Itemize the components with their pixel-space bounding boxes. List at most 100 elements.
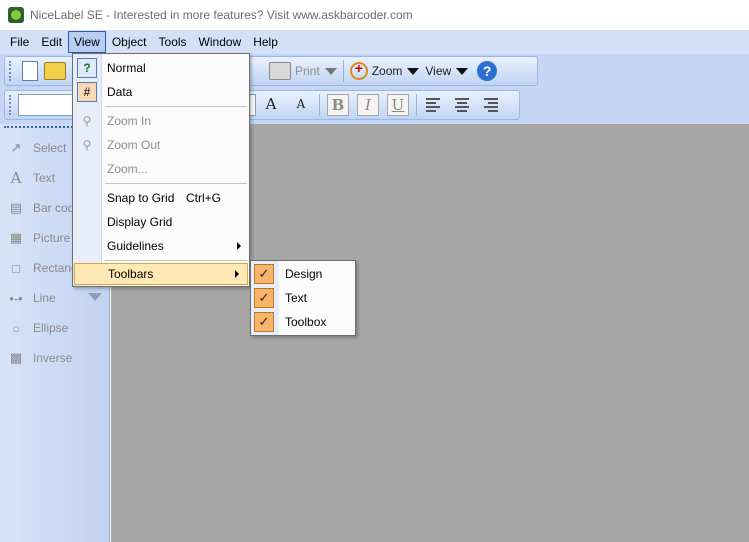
tool-picture[interactable]: ▦ Picture [8,228,71,248]
picture-icon: ▦ [9,230,23,245]
menu-item-label: Snap to Grid [107,191,175,205]
window-title: NiceLabel SE - Interested in more featur… [30,8,413,22]
menu-item-label: Zoom Out [107,138,161,152]
new-document-icon[interactable] [22,61,38,81]
tool-label: Text [33,171,56,185]
print-button[interactable]: Print [266,59,340,83]
view-menu-zoom-in[interactable]: ⚲ Zoom In [73,110,249,132]
view-button[interactable]: View [422,59,471,83]
zoom-label: Zoom [371,64,403,78]
data-view-icon: # [77,82,97,102]
menu-item-label: Display Grid [107,215,173,229]
toolbar-separator [342,60,344,82]
tool-label: Bar cod [33,201,75,215]
grow-font-button[interactable]: A [260,94,282,116]
checkmark-icon: ✓ [254,312,274,332]
tool-label: Inverse [33,351,73,365]
align-left-icon[interactable] [423,94,445,116]
toolbar-separator [319,94,320,116]
tool-barcode[interactable]: ▤ Bar cod [8,198,75,218]
underline-button[interactable]: U [387,94,409,116]
submenu-label: Design [285,267,323,281]
view-menu-data[interactable]: # Data [73,81,249,103]
toolbar-grip[interactable] [9,61,12,81]
zoom-in-icon: ⚲ [82,114,92,128]
title-bar: NiceLabel SE - Interested in more featur… [0,0,749,30]
line-dropdown-arrow-icon[interactable] [88,293,102,301]
ellipse-icon: ○ [12,320,20,336]
zoom-icon [349,60,368,80]
submenu-label: Toolbox [285,315,327,329]
tool-ellipse[interactable]: ○ Ellipse [8,318,68,338]
print-label: Print [295,64,320,78]
toolbars-submenu: ✓ Design ✓ Text ✓ Toolbox [250,260,356,336]
text-a-icon: A [10,169,22,187]
rectangle-icon: □ [12,260,20,276]
view-menu-zoom-out[interactable]: ⚲ Zoom Out [73,134,249,156]
submenu-item-design[interactable]: ✓ Design [251,262,355,286]
menu-separator [105,183,247,184]
printer-icon [269,62,291,80]
barcode-icon: ▤ [9,200,23,215]
pointer-icon: ↗ [10,140,22,155]
view-menu-toolbars[interactable]: Toolbars [74,263,248,285]
menu-file[interactable]: File [4,31,35,53]
bold-button[interactable]: B [327,94,349,116]
zoom-out-icon: ⚲ [82,138,92,152]
checkmark-icon: ✓ [254,264,274,284]
submenu-item-toolbox[interactable]: ✓ Toolbox [251,310,355,334]
tool-text[interactable]: A Text [8,168,55,188]
submenu-label: Text [285,291,308,305]
italic-button[interactable]: I [357,94,379,116]
menu-edit[interactable]: Edit [35,31,68,53]
toolbar-separator [416,94,417,116]
app-icon [8,7,24,23]
menu-item-label: Zoom... [107,162,148,176]
submenu-arrow-icon [237,242,241,250]
toolbar-grip[interactable] [9,95,12,115]
tool-inverse[interactable]: ▩ Inverse [8,348,73,368]
shrink-font-button[interactable]: A [290,94,312,116]
view-menu-display-grid[interactable]: Display Grid [73,211,249,233]
view-menu-snap-to-grid[interactable]: Snap to Grid Ctrl+G [73,187,249,209]
tool-label: Rectang [33,261,78,275]
submenu-item-text[interactable]: ✓ Text [251,286,355,310]
zoom-button[interactable]: Zoom [347,59,423,83]
menu-item-label: Normal [107,61,146,75]
menu-bar: File Edit View Object Tools Window Help [0,30,749,54]
menu-separator [105,260,247,261]
menu-object[interactable]: Object [106,31,153,53]
view-menu-zoom-dialog[interactable]: Zoom... [73,158,249,180]
view-label: View [425,64,452,78]
tool-select[interactable]: ↗ Select [8,138,67,158]
tool-rectangle[interactable]: □ Rectang [8,258,78,278]
menu-tools[interactable]: Tools [153,31,193,53]
submenu-arrow-icon [235,270,239,278]
inverse-icon: ▩ [9,350,23,365]
tool-label: Line [33,291,56,305]
chevron-down-icon [407,67,420,75]
menu-separator [105,106,247,107]
normal-view-icon: ? [77,58,97,78]
chevron-down-icon [324,67,337,75]
tool-line[interactable]: •-• Line [8,288,56,308]
menu-window[interactable]: Window [193,31,248,53]
help-icon[interactable]: ? [477,61,498,81]
align-center-icon[interactable] [451,94,473,116]
menu-item-label: Zoom In [107,114,152,128]
menu-item-label: Data [107,85,133,99]
view-menu-normal[interactable]: ? Normal [73,57,249,79]
chevron-down-icon [456,67,469,75]
view-menu-guidelines[interactable]: Guidelines [73,235,249,257]
menu-item-shortcut: Ctrl+G [186,191,222,205]
checkmark-icon: ✓ [254,288,274,308]
view-menu-dropdown: ? Normal # Data ⚲ Zoom In ⚲ Zoom Out Zoo… [72,53,250,287]
menu-view[interactable]: View [68,31,106,53]
align-right-icon[interactable] [479,94,501,116]
tool-label: Picture [33,231,71,245]
menu-help[interactable]: Help [247,31,284,53]
line-icon: •-• [9,290,23,306]
tool-label: Select [33,141,67,155]
menu-item-label: Guidelines [107,239,164,253]
open-folder-icon[interactable] [44,62,66,80]
